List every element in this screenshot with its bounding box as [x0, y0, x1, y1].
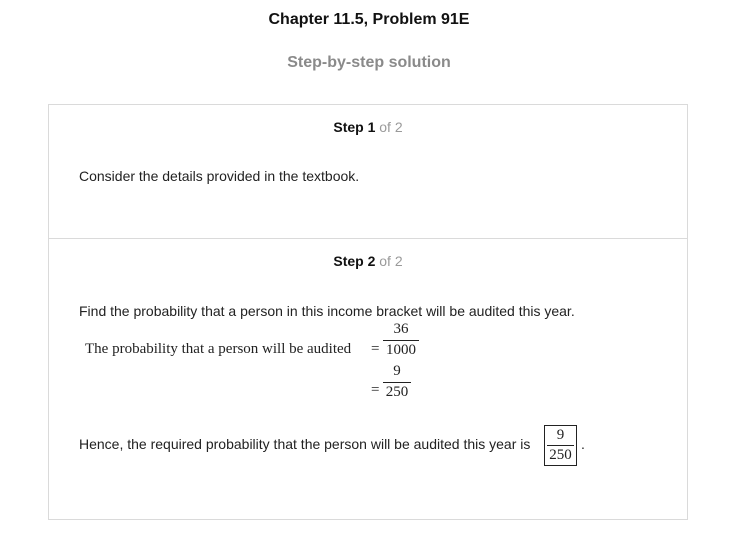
fraction-2-bar	[383, 382, 411, 383]
fraction-1-numerator: 36	[393, 321, 409, 337]
answer-denominator: 250	[549, 447, 572, 463]
equals-sign-1: =	[371, 341, 380, 357]
fraction-2-denominator: 250	[385, 384, 409, 400]
equation-label: The probability that a person will be au…	[85, 341, 352, 357]
step-2-section: Step 2 of 2 Find the probability that a …	[49, 239, 687, 519]
fraction-1-denominator: 1000	[386, 342, 416, 358]
fraction-36-over-1000: 36 1000	[383, 321, 419, 359]
equals-sign-2: =	[371, 382, 380, 398]
step-2-label: Step 2	[333, 253, 376, 269]
answer-numerator: 9	[556, 427, 565, 443]
step-1-label: Step 1	[333, 119, 376, 135]
solution-card: Step 1 of 2 Consider the details provide…	[48, 104, 688, 520]
fraction-2-numerator: 9	[393, 363, 401, 379]
solution-subtitle: Step-by-step solution	[287, 54, 451, 71]
step-1-section: Step 1 of 2 Consider the details provide…	[49, 105, 687, 239]
step-1-count: of 2	[379, 119, 403, 135]
answer-fraction-bar	[547, 445, 574, 446]
fraction-1-bar	[383, 340, 419, 341]
answer-box: 9 250	[544, 425, 577, 466]
step-1-header: Step 1 of 2	[49, 119, 687, 135]
step-2-header: Step 2 of 2	[49, 253, 687, 269]
step-1-text: Consider the details provided in the tex…	[79, 168, 360, 184]
step-2-conclusion: Hence, the required probability that the…	[79, 436, 531, 452]
fraction-9-over-250: 9 250	[383, 363, 411, 401]
step-2-count: of 2	[379, 253, 403, 269]
conclusion-period: .	[581, 436, 585, 452]
chapter-title: Chapter 11.5, Problem 91E	[268, 11, 470, 28]
step-2-text: Find the probability that a person in th…	[79, 303, 575, 319]
